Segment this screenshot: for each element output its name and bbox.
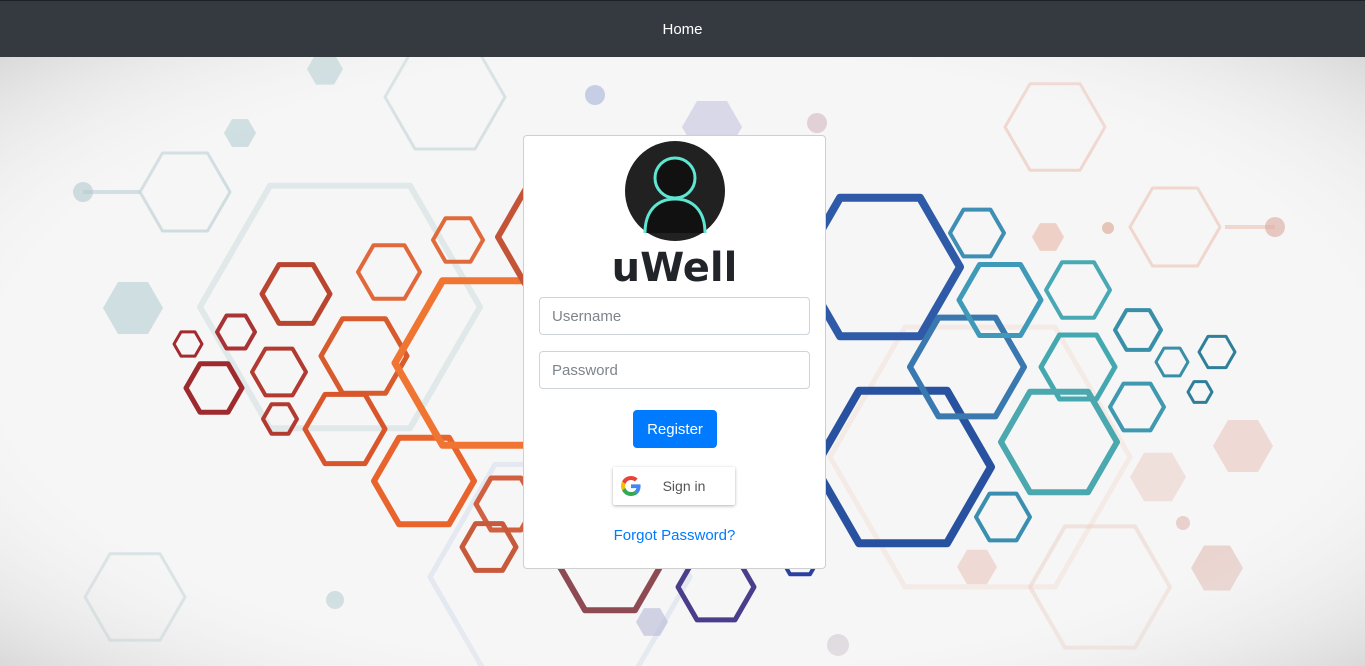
password-input[interactable] bbox=[539, 351, 810, 389]
login-card: uWell Register Sign in Forgot Password? bbox=[523, 135, 826, 569]
google-signin-label: Sign in bbox=[662, 478, 706, 494]
nav-home-link[interactable]: Home bbox=[662, 21, 702, 38]
forgot-password-link[interactable]: Forgot Password? bbox=[524, 527, 825, 544]
google-logo-icon bbox=[621, 476, 641, 496]
app-title: uWell bbox=[611, 245, 738, 291]
top-navbar: Home bbox=[0, 0, 1365, 57]
user-avatar-icon bbox=[625, 141, 725, 241]
username-input[interactable] bbox=[539, 297, 810, 335]
google-signin-button[interactable]: Sign in bbox=[613, 467, 735, 505]
register-button[interactable]: Register bbox=[633, 410, 717, 448]
